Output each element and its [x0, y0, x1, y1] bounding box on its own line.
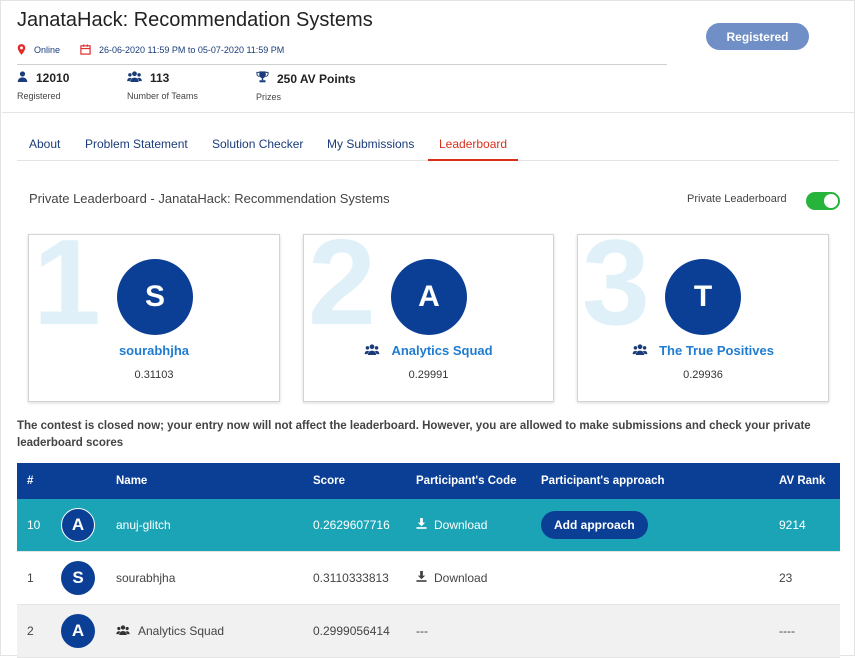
stat-registered: 12010 Registered — [17, 71, 69, 101]
team-icon — [364, 344, 383, 358]
row-name[interactable]: sourabhjha — [116, 571, 175, 585]
divider — [17, 64, 667, 65]
row-name[interactable]: Analytics Squad — [116, 624, 224, 638]
row-rank: 2 — [27, 624, 34, 638]
podium-card-2: 2 A Analytics Squad 0.29991 — [303, 234, 554, 402]
avatar: S — [61, 561, 95, 595]
column-header-approach: Participant's approach — [541, 475, 665, 487]
participant-score: 0.29991 — [408, 369, 449, 381]
private-leaderboard-toggle[interactable] — [806, 192, 840, 210]
row-av-rank: 23 — [779, 571, 793, 585]
avatar: A — [61, 614, 95, 648]
team-icon — [116, 624, 130, 638]
participant-score: 0.31103 — [134, 369, 174, 381]
column-header-av-rank: AV Rank — [779, 475, 826, 487]
location-pin-icon — [17, 43, 26, 57]
participant-name-text: sourabhjha — [118, 343, 190, 358]
avatar: S — [117, 259, 193, 335]
download-code-link[interactable]: Download — [416, 518, 487, 532]
row-av-rank: 9214 — [779, 518, 806, 532]
toggle-knob — [824, 194, 838, 208]
user-icon — [17, 71, 28, 85]
rank-number: 2 — [308, 234, 376, 350]
participant-name-text: The True Positives — [659, 343, 774, 358]
download-icon — [416, 518, 427, 532]
active-tab-indicator — [428, 159, 518, 161]
download-code-link[interactable]: Download — [416, 571, 487, 585]
podium-card-1: 1 S sourabhjha 0.31103 — [28, 234, 280, 402]
row-name[interactable]: anuj-glitch — [116, 518, 171, 532]
stat-teams: 113 Number of Teams — [127, 71, 198, 101]
tab-my-submissions[interactable]: My Submissions — [327, 137, 414, 151]
download-label: Download — [434, 518, 488, 532]
row-av-rank: ---- — [779, 624, 795, 638]
row-name-text: Analytics Squad — [138, 624, 225, 638]
stat-label: Registered — [17, 91, 61, 101]
tab-about[interactable]: About — [29, 137, 60, 151]
participant-name-text: Analytics Squad — [391, 343, 493, 358]
stat-prizes: 250 AV Points Prizes — [256, 71, 356, 102]
leaderboard-table: # Name Score Participant's Code Particip… — [17, 463, 840, 658]
column-header-score: Score — [313, 475, 345, 487]
table-row: 10 A anuj-glitch 0.2629607716 Download A… — [17, 499, 840, 552]
participant-score: 0.29936 — [683, 369, 723, 381]
divider — [2, 112, 855, 113]
leaderboard-title: Private Leaderboard - JanataHack: Recomm… — [29, 191, 390, 206]
column-header-name: Name — [116, 475, 148, 487]
row-score: 0.2629607716 — [313, 518, 390, 532]
tab-bar: About Problem Statement Solution Checker… — [17, 129, 839, 161]
participant-name[interactable]: The True Positives — [578, 343, 828, 358]
participant-name[interactable]: sourabhjha — [29, 343, 279, 358]
trophy-icon — [256, 71, 269, 86]
stat-value: 113 — [150, 71, 170, 85]
table-row: 1 S sourabhjha 0.3110333813 Download 23 — [17, 552, 840, 605]
row-score: 0.3110333813 — [313, 571, 389, 585]
contest-closed-notice: The contest is closed now; your entry no… — [17, 420, 811, 449]
stat-value: 12010 — [36, 71, 70, 85]
stat-label: Prizes — [256, 92, 282, 102]
private-leaderboard-label: Private Leaderboard — [687, 193, 787, 205]
row-rank: 10 — [27, 518, 41, 532]
avatar: A — [391, 259, 467, 335]
stat-label: Number of Teams — [127, 91, 198, 101]
tab-leaderboard[interactable]: Leaderboard — [439, 137, 507, 151]
stat-value: 250 AV Points — [277, 71, 356, 86]
table-row: 2 A Analytics Squad 0.2999056414 --- ---… — [17, 605, 840, 658]
page-title: JanataHack: Recommendation Systems — [17, 9, 373, 31]
avatar: A — [61, 508, 95, 542]
download-label: Download — [434, 571, 488, 585]
column-header-rank: # — [27, 475, 34, 487]
participant-name[interactable]: Analytics Squad — [304, 343, 553, 358]
team-icon — [127, 71, 142, 85]
event-meta: Online 26-06-2020 11:59 PM to 05-07-2020… — [17, 43, 304, 57]
team-icon — [632, 344, 651, 358]
tab-problem-statement[interactable]: Problem Statement — [85, 137, 188, 151]
podium-card-3: 3 T The True Positives 0.29936 — [577, 234, 829, 402]
download-icon — [416, 571, 427, 585]
event-dates: 26-06-2020 11:59 PM to 05-07-2020 11:59 … — [99, 45, 285, 55]
rank-number: 1 — [33, 234, 101, 350]
row-rank: 1 — [27, 571, 34, 585]
column-header-code: Participant's Code — [416, 475, 517, 487]
event-mode: Online — [34, 45, 61, 55]
page-frame: JanataHack: Recommendation Systems Onlin… — [0, 0, 855, 658]
rank-number: 3 — [582, 234, 650, 350]
registered-button[interactable]: Registered — [706, 23, 809, 50]
calendar-icon — [80, 43, 91, 57]
tab-solution-checker[interactable]: Solution Checker — [212, 137, 303, 151]
row-code: --- — [416, 624, 428, 638]
table-header: # Name Score Participant's Code Particip… — [17, 463, 840, 499]
row-score: 0.2999056414 — [313, 624, 390, 638]
avatar: T — [665, 259, 741, 335]
add-approach-button[interactable]: Add approach — [541, 511, 648, 539]
